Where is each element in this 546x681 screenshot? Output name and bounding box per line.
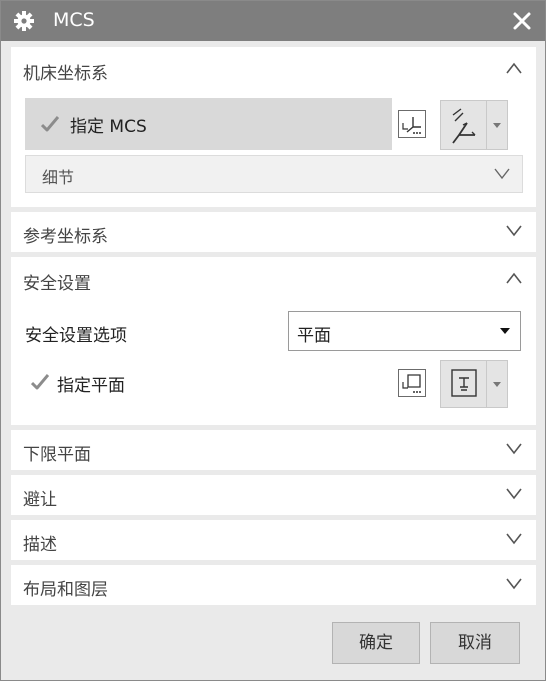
section-machine-cs-header[interactable]: 机床坐标系 (11, 47, 536, 91)
section-safety-header[interactable]: 安全设置 (11, 257, 536, 301)
safety-option-select[interactable]: 平面 (288, 311, 521, 351)
section-lower-plane[interactable]: 下限平面 (11, 430, 536, 470)
section-title: 避让 (23, 490, 57, 510)
section-title: 机床坐标系 (23, 64, 108, 84)
csys-dialog-button[interactable] (398, 110, 426, 138)
gear-icon (14, 11, 34, 31)
dropdown-arrow-icon[interactable] (493, 123, 501, 128)
title-bar[interactable]: MCS (1, 1, 545, 41)
section-description[interactable]: 描述 (11, 520, 536, 560)
section-title: 参考坐标系 (23, 227, 108, 247)
csys-dialog-icon (402, 117, 421, 134)
section-title: 下限平面 (23, 445, 91, 465)
safety-option-label: 安全设置选项 (25, 326, 127, 346)
chevron-up-icon[interactable] (506, 272, 522, 284)
close-icon[interactable] (509, 8, 535, 34)
plane-type-button[interactable] (440, 360, 508, 408)
specify-mcs-row[interactable]: 指定 MCS (25, 98, 392, 150)
section-machine-cs: 机床坐标系 指定 MCS 细节 (11, 47, 536, 207)
specify-mcs-label: 指定 MCS (70, 117, 147, 137)
dropdown-arrow-icon (500, 328, 510, 334)
dropdown-arrow-icon[interactable] (493, 382, 501, 387)
section-title: 描述 (23, 535, 57, 555)
checkmark-icon (31, 374, 49, 390)
mcs-dialog: MCS 机床坐标系 指定 MCS 细节 参考坐标系 安全设置 安全设置选项 平面… (0, 0, 546, 681)
details-subsection[interactable]: 细节 (25, 155, 523, 193)
details-label: 细节 (42, 168, 75, 187)
section-reference-cs[interactable]: 参考坐标系 (11, 212, 536, 252)
chevron-down-icon[interactable] (506, 578, 522, 590)
chevron-down-icon[interactable] (506, 225, 522, 237)
section-title: 布局和图层 (23, 580, 108, 600)
csys-icon (452, 108, 476, 144)
dialog-content: 机床坐标系 指定 MCS 细节 参考坐标系 安全设置 安全设置选项 平面 指定平… (11, 47, 536, 605)
cancel-button[interactable]: 取消 (430, 622, 520, 664)
plane-icon (451, 369, 477, 397)
section-safety: 安全设置 安全设置选项 平面 指定平面 (11, 257, 536, 425)
ok-button[interactable]: 确定 (332, 622, 420, 664)
section-avoidance[interactable]: 避让 (11, 475, 536, 515)
chevron-up-icon[interactable] (506, 62, 522, 74)
checkmark-icon (41, 116, 59, 132)
window-title: MCS (53, 9, 95, 31)
chevron-down-icon[interactable] (506, 488, 522, 500)
chevron-down-icon[interactable] (506, 443, 522, 455)
chevron-down-icon[interactable] (506, 533, 522, 545)
plane-dialog-icon (402, 374, 421, 393)
section-layout-layers[interactable]: 布局和图层 (11, 565, 536, 605)
section-title: 安全设置 (23, 274, 91, 294)
specify-plane-label: 指定平面 (57, 376, 125, 396)
chevron-down-icon[interactable] (494, 168, 510, 180)
csys-type-button[interactable] (440, 100, 508, 150)
safety-option-value: 平面 (297, 326, 331, 346)
plane-dialog-button[interactable] (398, 369, 426, 397)
